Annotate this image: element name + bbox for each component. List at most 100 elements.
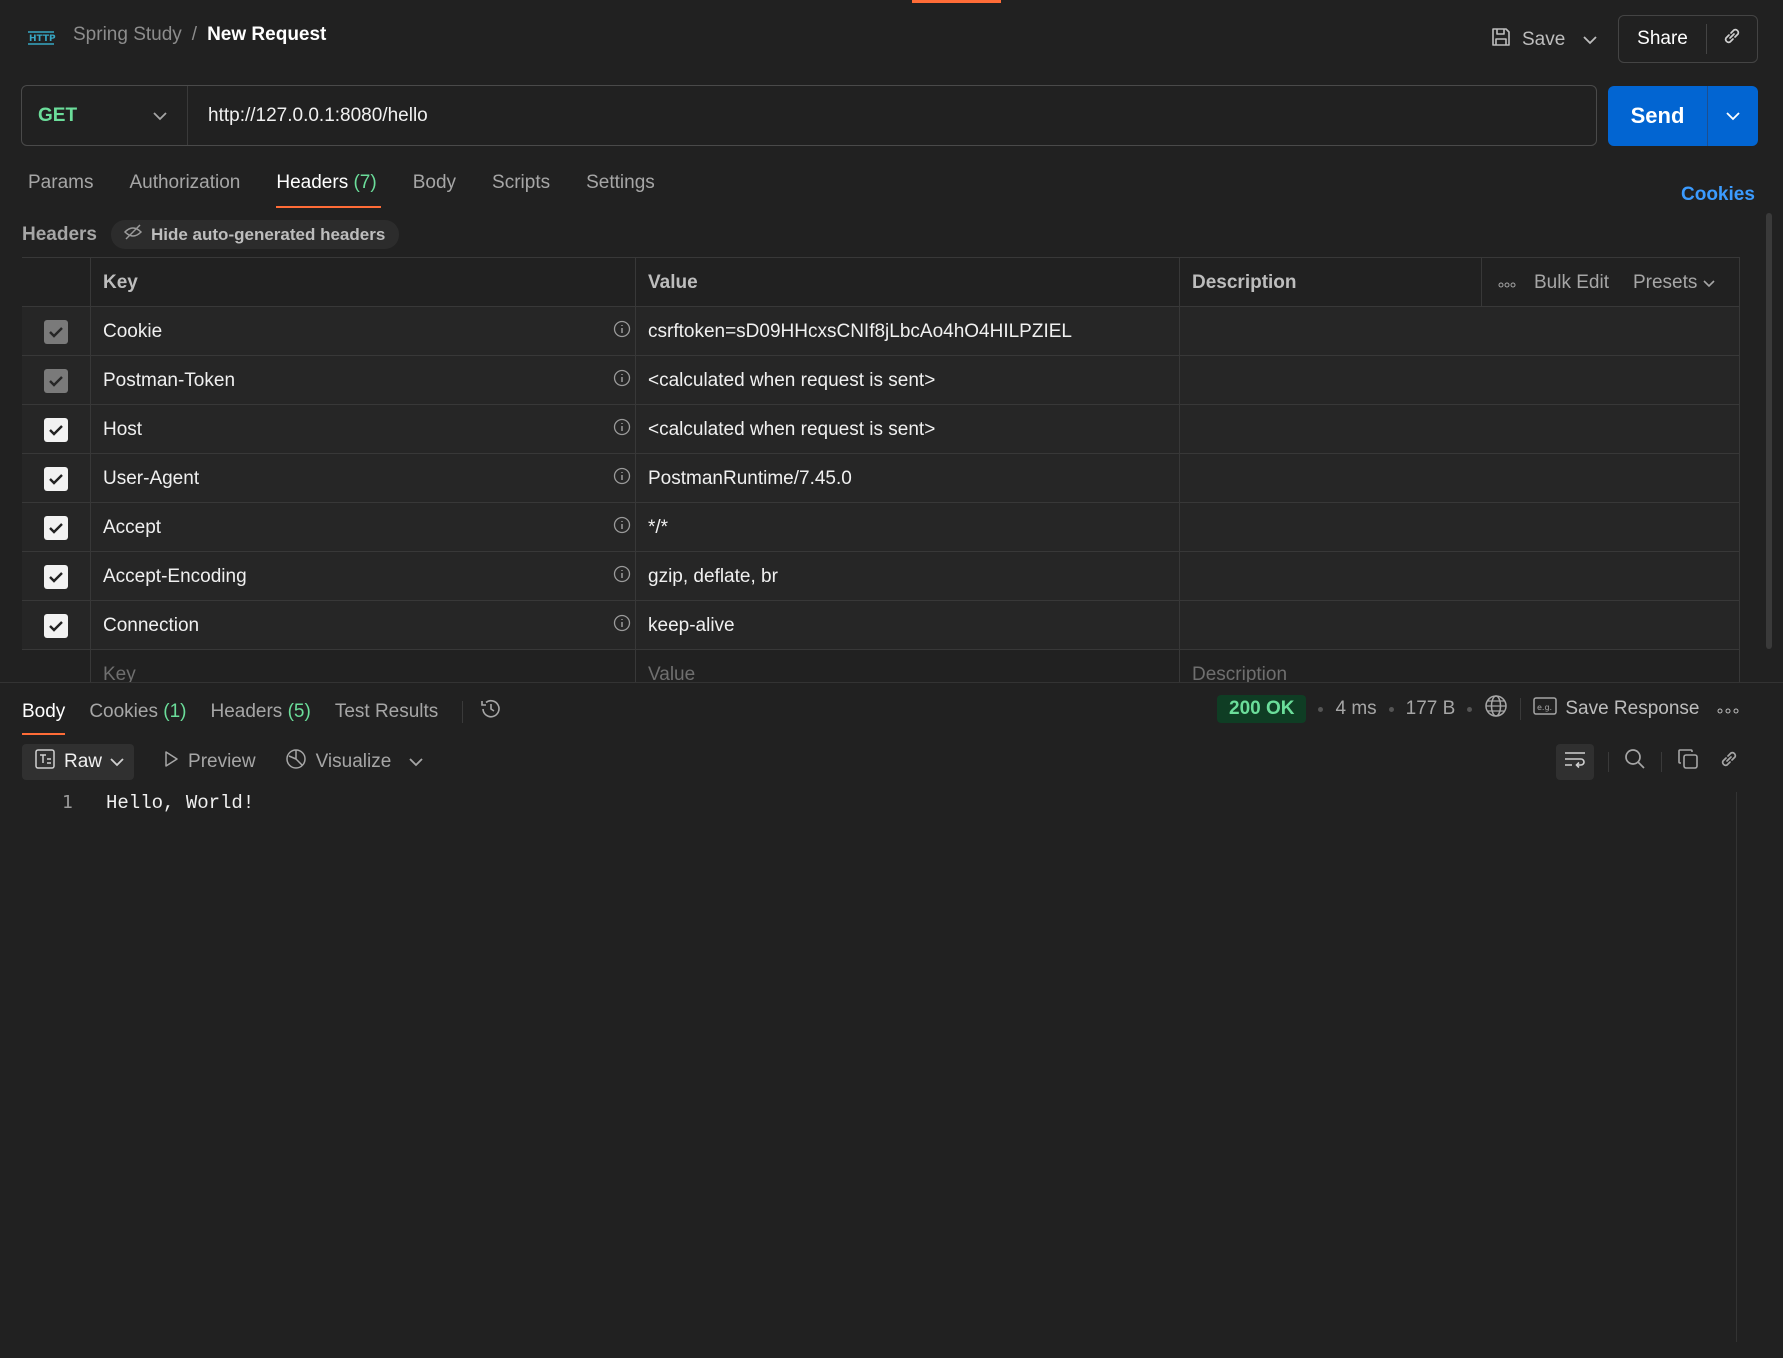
format-dropdown[interactable]: Raw bbox=[22, 744, 135, 780]
search-icon[interactable] bbox=[1623, 747, 1647, 777]
response-tab-test-results[interactable]: Test Results bbox=[335, 701, 438, 735]
copy-icon[interactable] bbox=[1676, 747, 1700, 777]
url-input[interactable] bbox=[188, 86, 1596, 145]
tab-label: Body bbox=[22, 701, 66, 722]
table-actions: Bulk Edit Presets bbox=[1481, 258, 1740, 307]
tab-settings[interactable]: Settings bbox=[586, 172, 655, 208]
key-cell[interactable]: Host bbox=[90, 405, 635, 454]
link-icon[interactable] bbox=[1718, 748, 1740, 776]
key-input[interactable]: Key bbox=[90, 650, 635, 682]
more-options-icon[interactable] bbox=[1498, 272, 1516, 294]
separator-dot bbox=[1467, 706, 1473, 712]
value-cell[interactable]: gzip, deflate, br bbox=[635, 552, 1179, 601]
copy-link-button[interactable] bbox=[1707, 16, 1757, 62]
more-options-icon[interactable] bbox=[1717, 698, 1739, 720]
info-icon[interactable] bbox=[613, 614, 631, 638]
description-cell[interactable] bbox=[1179, 601, 1740, 650]
editor-scrollbar-track[interactable] bbox=[1736, 792, 1737, 1342]
info-icon[interactable] bbox=[613, 565, 631, 589]
request-header: HTTP Spring Study / New Request Save Sha… bbox=[0, 0, 1783, 76]
row-checkbox[interactable] bbox=[44, 613, 68, 638]
checkbox-cell bbox=[22, 356, 90, 405]
save-response-button[interactable]: e.g. Save Response bbox=[1533, 696, 1699, 722]
value-input[interactable]: Value bbox=[635, 650, 1179, 682]
header-key: Host bbox=[103, 418, 143, 440]
value-placeholder: Value bbox=[648, 663, 696, 683]
response-size[interactable]: 177 B bbox=[1406, 698, 1456, 720]
row-checkbox[interactable] bbox=[44, 319, 68, 344]
save-button[interactable]: Save bbox=[1480, 20, 1575, 60]
description-cell[interactable] bbox=[1179, 307, 1740, 356]
tab-authorization[interactable]: Authorization bbox=[129, 172, 240, 208]
row-checkbox[interactable] bbox=[44, 368, 68, 393]
presets-dropdown[interactable]: Presets bbox=[1633, 272, 1715, 294]
response-tab-body[interactable]: Body bbox=[22, 701, 66, 735]
key-cell[interactable]: Connection bbox=[90, 601, 635, 650]
hide-auto-headers-button[interactable]: Hide auto-generated headers bbox=[111, 220, 400, 249]
chevron-down-icon bbox=[409, 751, 423, 773]
row-checkbox[interactable] bbox=[44, 515, 68, 540]
divider bbox=[462, 701, 464, 723]
tab-label: Test Results bbox=[334, 701, 439, 722]
bulk-edit-button[interactable]: Bulk Edit bbox=[1534, 272, 1609, 294]
info-icon[interactable] bbox=[613, 516, 631, 540]
description-cell[interactable] bbox=[1179, 454, 1740, 503]
tab-body[interactable]: Body bbox=[413, 172, 456, 208]
request-name[interactable]: New Request bbox=[207, 24, 326, 46]
share-button[interactable]: Share bbox=[1619, 24, 1707, 54]
visualize-options-button[interactable] bbox=[409, 751, 423, 773]
row-checkbox[interactable] bbox=[44, 466, 68, 491]
save-options-button[interactable] bbox=[1575, 20, 1605, 60]
method-select[interactable]: GET bbox=[22, 86, 188, 145]
pane-divider[interactable] bbox=[0, 682, 1783, 683]
headers-subbar: Headers Hide auto-generated headers bbox=[22, 220, 400, 249]
table-row: Connection keep-alive bbox=[22, 601, 1740, 650]
info-icon[interactable] bbox=[613, 418, 631, 442]
response-tab-cookies[interactable]: Cookies (1) bbox=[89, 701, 186, 735]
value-cell[interactable]: <calculated when request is sent> bbox=[635, 356, 1179, 405]
preview-button[interactable]: Preview bbox=[162, 750, 256, 774]
response-tab-headers[interactable]: Headers (5) bbox=[210, 701, 310, 735]
status-badge[interactable]: 200 OK bbox=[1217, 695, 1307, 723]
scrollbar[interactable] bbox=[1766, 213, 1772, 649]
description-input[interactable]: Description bbox=[1179, 650, 1740, 682]
cookies-link[interactable]: Cookies bbox=[1681, 184, 1755, 206]
info-icon[interactable] bbox=[613, 369, 631, 393]
info-icon[interactable] bbox=[613, 320, 631, 344]
separator-dot bbox=[1318, 706, 1324, 712]
tab-scripts[interactable]: Scripts bbox=[492, 172, 550, 208]
chevron-down-icon bbox=[153, 105, 167, 127]
key-cell[interactable]: Postman-Token bbox=[90, 356, 635, 405]
http-icon: HTTP bbox=[26, 26, 56, 50]
value-cell[interactable]: */* bbox=[635, 503, 1179, 552]
method-label: GET bbox=[38, 104, 78, 126]
info-icon[interactable] bbox=[613, 467, 631, 491]
header-value: <calculated when request is sent> bbox=[648, 418, 936, 440]
header-key: Cookie bbox=[103, 320, 163, 342]
send-button[interactable]: Send bbox=[1608, 86, 1708, 146]
globe-icon[interactable] bbox=[1484, 694, 1508, 724]
value-cell[interactable]: keep-alive bbox=[635, 601, 1179, 650]
value-cell[interactable]: csrftoken=sD09HHcxsCNIf8jLbcAo4hO4HILPZI… bbox=[635, 307, 1179, 356]
chevron-down-icon bbox=[1583, 29, 1597, 51]
value-cell[interactable]: <calculated when request is sent> bbox=[635, 405, 1179, 454]
description-cell[interactable] bbox=[1179, 552, 1740, 601]
key-cell[interactable]: Accept bbox=[90, 503, 635, 552]
key-cell[interactable]: Accept-Encoding bbox=[90, 552, 635, 601]
visualize-button[interactable]: Visualize bbox=[284, 747, 391, 777]
tab-params[interactable]: Params bbox=[28, 172, 93, 208]
key-cell[interactable]: User-Agent bbox=[90, 454, 635, 503]
tab-headers[interactable]: Headers (7) bbox=[276, 172, 382, 208]
description-cell[interactable] bbox=[1179, 503, 1740, 552]
key-cell[interactable]: Cookie bbox=[90, 307, 635, 356]
description-cell[interactable] bbox=[1179, 405, 1740, 454]
breadcrumb-collection[interactable]: Spring Study bbox=[73, 24, 182, 46]
row-checkbox[interactable] bbox=[44, 417, 68, 442]
description-cell[interactable] bbox=[1179, 356, 1740, 405]
send-options-button[interactable] bbox=[1708, 86, 1758, 146]
row-checkbox[interactable] bbox=[44, 564, 68, 589]
history-icon[interactable] bbox=[479, 697, 503, 727]
value-cell[interactable]: PostmanRuntime/7.45.0 bbox=[635, 454, 1179, 503]
response-time[interactable]: 4 ms bbox=[1335, 698, 1376, 720]
wrap-lines-button[interactable] bbox=[1556, 744, 1594, 780]
